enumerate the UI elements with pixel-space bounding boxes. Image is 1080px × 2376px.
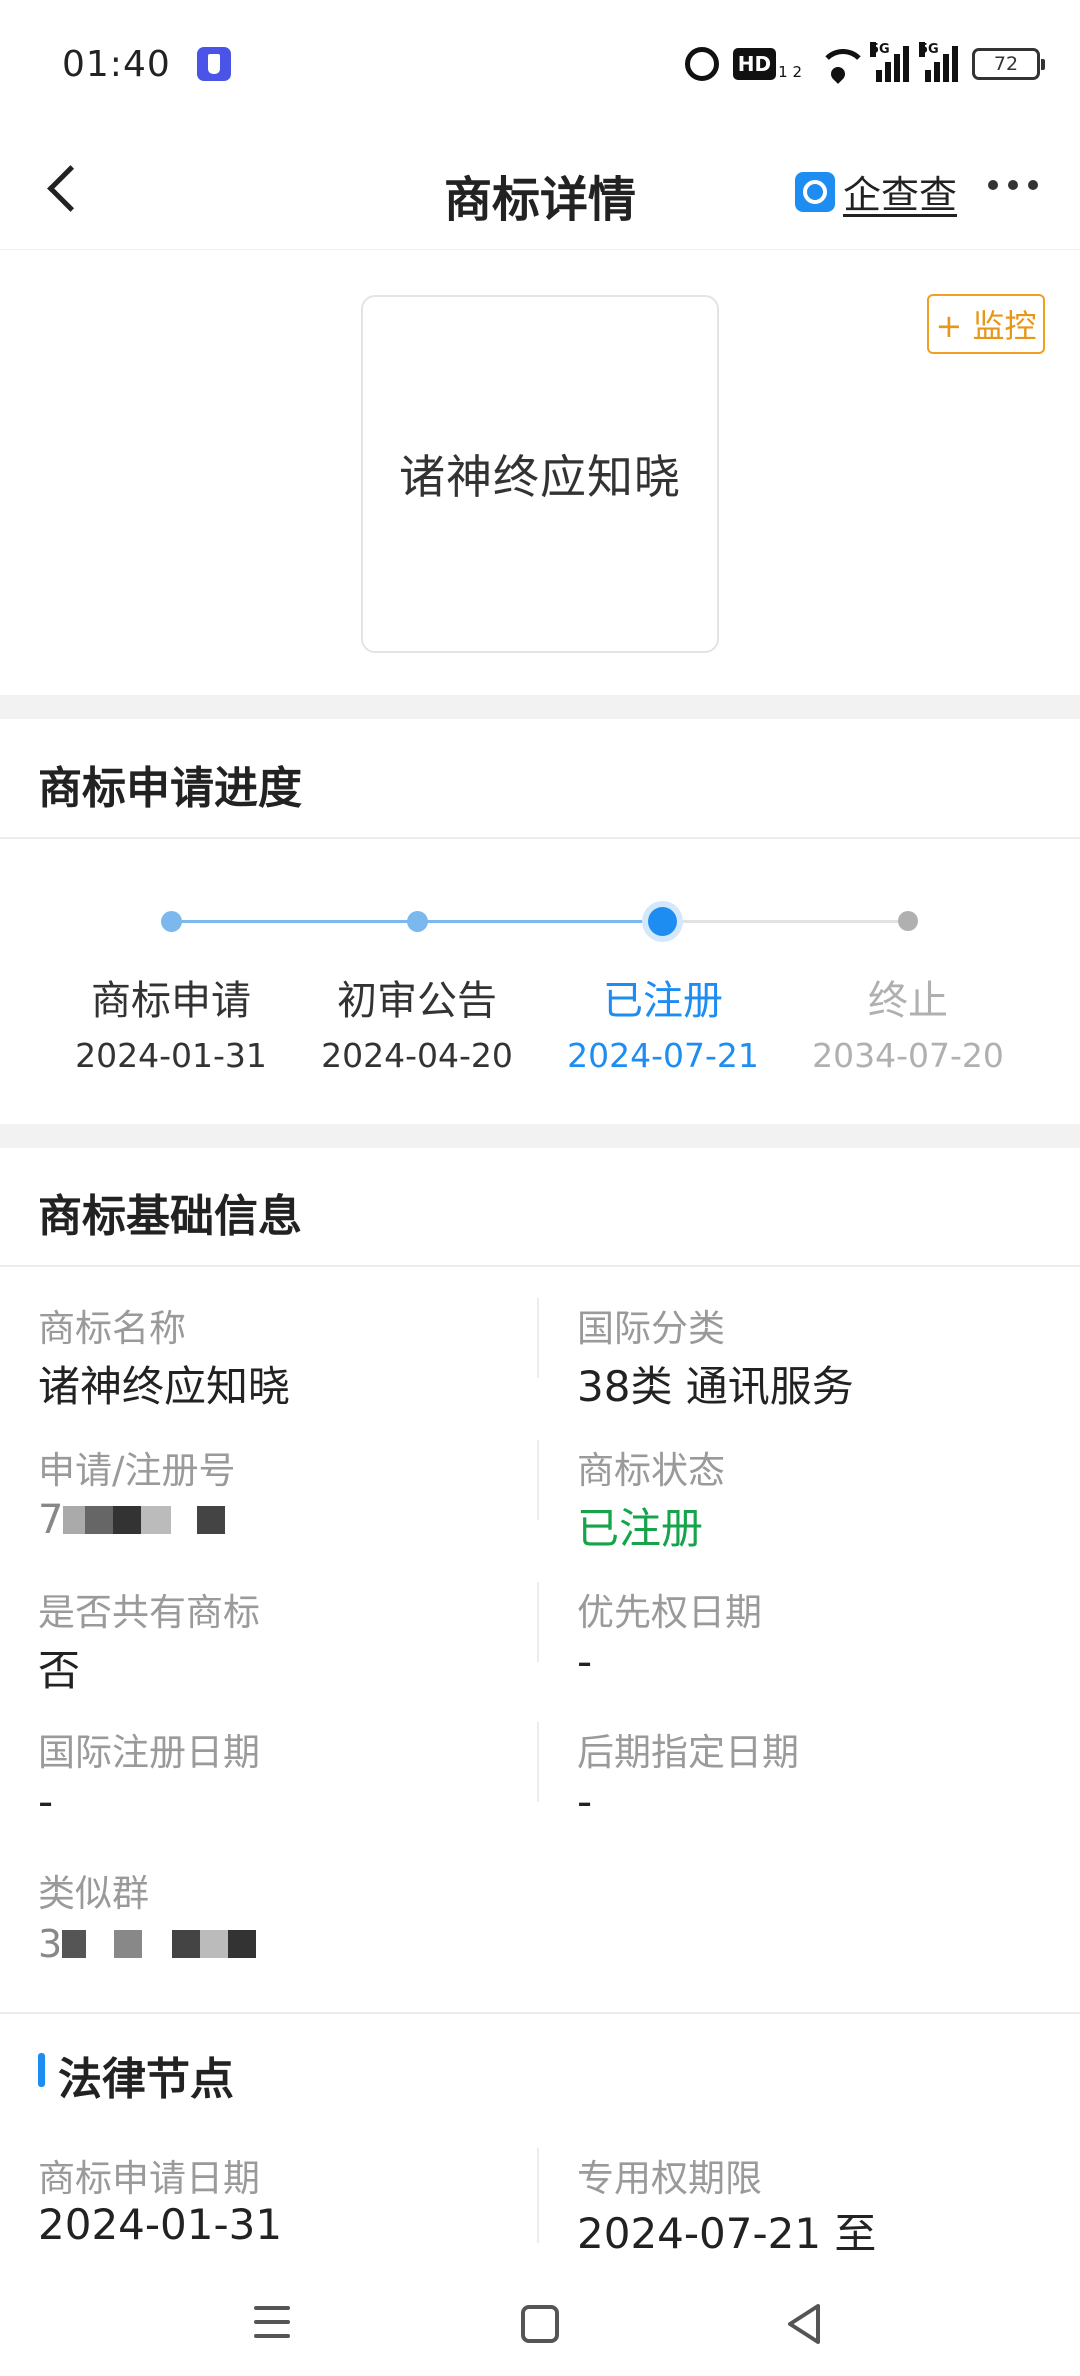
mask-block — [114, 1930, 143, 1958]
step-date: 2024-07-21 — [567, 1036, 759, 1075]
mask-block — [141, 1506, 172, 1534]
status-label: 商标状态 — [577, 1449, 725, 1492]
similar-group-prefix: 3 — [38, 1922, 63, 1966]
mask-block — [172, 1930, 201, 1958]
signal-tag-2: 5G — [919, 42, 939, 57]
monitor-button[interactable]: + 监控 — [927, 294, 1045, 354]
signal-icon-1: 5G — [870, 42, 909, 82]
legal-section-title: 法律节点 — [58, 2054, 234, 2105]
progress-dot-review — [407, 911, 428, 932]
exclusive-period-label: 专用权期限 — [577, 2157, 762, 2200]
system-nav-bar — [0, 2250, 1080, 2376]
brand-name: 企查查 — [843, 173, 958, 217]
signal-icon-2: 5G — [919, 42, 958, 82]
progress-dot-apply — [161, 911, 182, 932]
back-triangle-icon[interactable] — [784, 2302, 824, 2346]
later-date-label: 后期指定日期 — [577, 1731, 799, 1774]
status-bar: 01:40 HD 1 2 5G 5G 72 — [0, 0, 1080, 128]
more-dot-icon — [1008, 180, 1018, 190]
reg-no-value-masked: 7 — [38, 1497, 226, 1543]
column-separator — [537, 1440, 539, 1520]
home-icon[interactable] — [521, 2305, 559, 2343]
priority-value: - — [577, 1637, 593, 1686]
step-date: 2034-07-20 — [812, 1036, 1004, 1075]
similar-group-label: 类似群 — [38, 1872, 149, 1915]
mask-block — [62, 1930, 87, 1958]
step-label: 初审公告 — [337, 978, 497, 1024]
step-date: 2024-01-31 — [75, 1036, 267, 1075]
signal-tag-1: 5G — [870, 42, 890, 57]
similar-group-value-masked[interactable]: 3 — [38, 1922, 257, 1966]
status-value: 已注册 — [577, 1504, 704, 1553]
hd-sup: 1 2 — [778, 63, 802, 81]
step-date: 2024-04-20 — [321, 1036, 513, 1075]
progress-dot-terminate — [898, 911, 918, 931]
more-dot-icon — [988, 180, 998, 190]
more-button[interactable] — [988, 180, 1038, 190]
intl-reg-date-value: - — [38, 1777, 54, 1826]
nav-bar: 商标详情 企查查 — [0, 128, 1080, 250]
mask-block — [228, 1930, 257, 1958]
brand-link[interactable]: 企查查 — [795, 164, 957, 219]
divider — [0, 2012, 1080, 2014]
trademark-name-label: 商标名称 — [38, 1307, 186, 1350]
wifi-icon — [816, 47, 868, 81]
step-label: 已注册 — [603, 978, 723, 1024]
progress-step-terminate: 终止 2034-07-20 — [788, 968, 1028, 1075]
reg-no-label: 申请/注册号 — [38, 1449, 236, 1492]
mask-gap — [86, 1930, 115, 1958]
battery-icon: 72 — [972, 48, 1045, 80]
progress-step-apply: 商标申请 2024-01-31 — [51, 968, 291, 1075]
progress-step-registered: 已注册 2024-07-21 — [543, 968, 783, 1075]
legal-accent-bar — [38, 2053, 45, 2087]
basic-info-title: 商标基础信息 — [38, 1191, 302, 1242]
recent-apps-icon[interactable] — [254, 2306, 290, 2348]
progress-section-title: 商标申请进度 — [38, 763, 302, 814]
trademark-name-value: 诸神终应知晓 — [38, 1362, 291, 1411]
apply-date-value: 2024-01-31 — [38, 2200, 283, 2249]
column-separator — [537, 1722, 539, 1802]
divider — [0, 837, 1080, 839]
column-separator — [537, 2148, 539, 2243]
trademark-hero: 诸神终应知晓 + 监控 — [0, 251, 1080, 695]
mask-block — [85, 1506, 114, 1534]
intl-reg-date-label: 国际注册日期 — [38, 1731, 260, 1774]
mask-block — [113, 1506, 142, 1534]
progress-step-review: 初审公告 2024-04-20 — [297, 968, 537, 1075]
reg-no-prefix: 7 — [38, 1497, 64, 1543]
progress-dot-registered — [648, 907, 677, 936]
intl-class-value[interactable]: 38类 通讯服务 — [577, 1353, 854, 1414]
later-date-value: - — [577, 1777, 593, 1826]
hd-icon: HD 1 2 — [732, 48, 802, 81]
apply-date-label: 商标申请日期 — [38, 2157, 260, 2200]
section-gap — [0, 695, 1080, 719]
intl-class-label: 国际分类 — [577, 1307, 725, 1350]
mask-gap — [171, 1506, 198, 1534]
shared-label: 是否共有商标 — [38, 1591, 260, 1634]
flashlight-icon — [196, 47, 231, 81]
mask-block — [200, 1930, 229, 1958]
mask-block — [63, 1506, 86, 1534]
mask-gap — [142, 1930, 173, 1958]
alarm-icon — [684, 47, 719, 81]
more-dot-icon — [1028, 180, 1038, 190]
step-label: 商标申请 — [91, 978, 251, 1024]
mask-block — [197, 1506, 226, 1534]
column-separator — [537, 1582, 539, 1662]
column-separator — [537, 1298, 539, 1378]
status-icons: HD 1 2 5G 5G 72 — [684, 42, 1045, 82]
trademark-image[interactable]: 诸神终应知晓 — [361, 295, 719, 653]
hd-label: HD — [732, 48, 777, 80]
progress-line-future — [662, 920, 908, 923]
trademark-image-text: 诸神终应知晓 — [399, 450, 681, 504]
status-time: 01:40 — [62, 43, 171, 85]
battery-level: 72 — [993, 53, 1019, 75]
priority-label: 优先权日期 — [577, 1591, 762, 1634]
step-label: 终止 — [868, 978, 948, 1024]
qichacha-logo-icon — [795, 171, 835, 212]
divider — [0, 1265, 1080, 1267]
section-gap — [0, 1124, 1080, 1148]
shared-value: 否 — [38, 1646, 81, 1695]
